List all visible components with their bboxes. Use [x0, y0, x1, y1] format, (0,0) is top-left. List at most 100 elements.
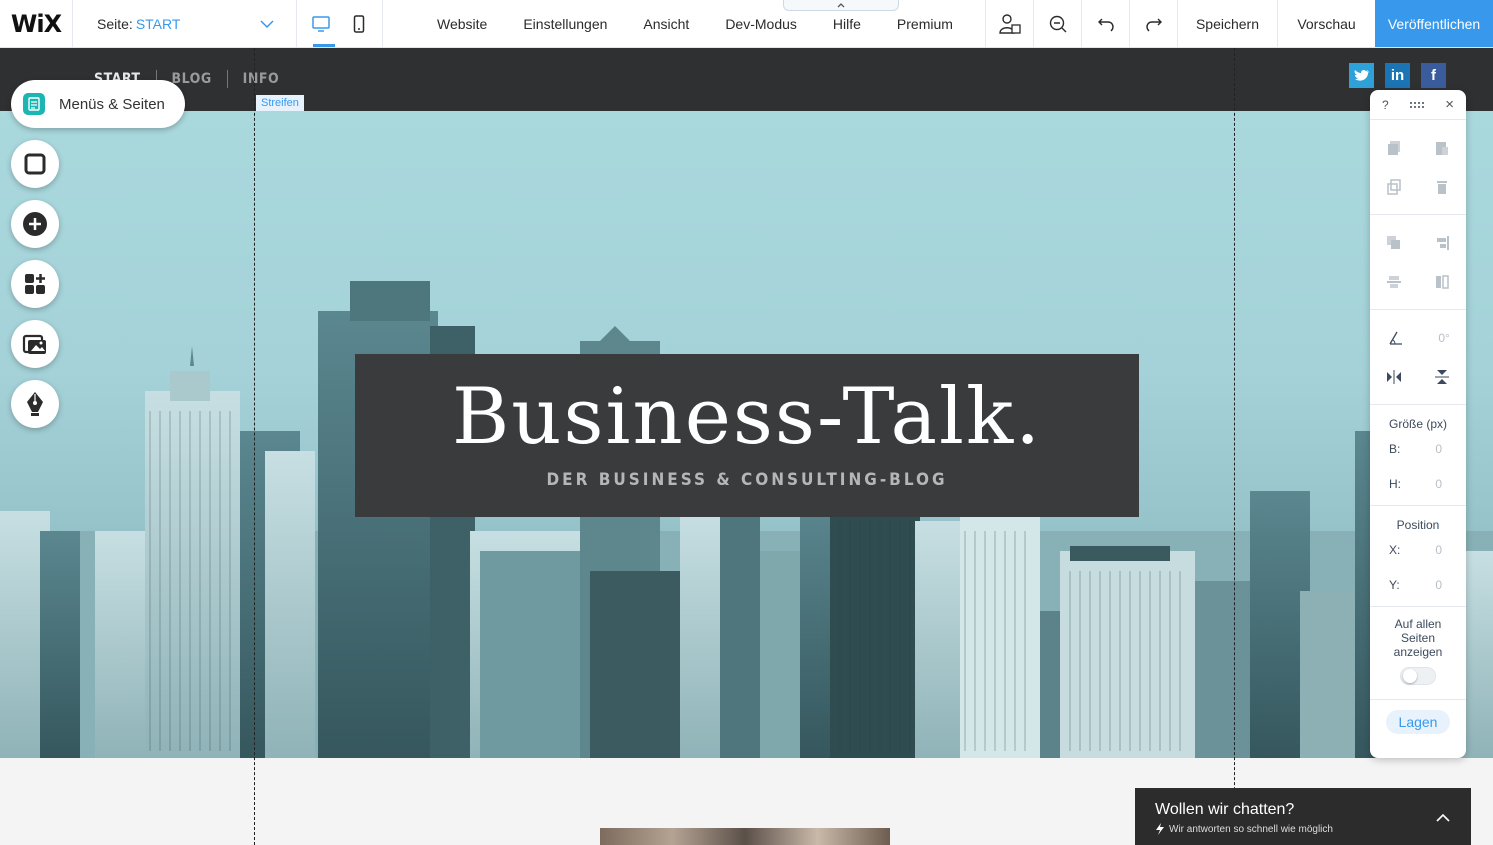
rotate-icon[interactable] — [1386, 329, 1406, 347]
person-settings-icon — [998, 13, 1021, 34]
strip-label[interactable]: Streifen — [256, 95, 304, 111]
help-icon[interactable]: ? — [1382, 98, 1389, 112]
undo-button[interactable] — [1081, 0, 1129, 47]
rotation-value[interactable]: 0° — [1438, 331, 1449, 345]
add-apps-button[interactable] — [11, 260, 59, 308]
chevron-down-icon — [260, 16, 274, 32]
delete-icon[interactable] — [1432, 178, 1452, 196]
x-field[interactable]: X: 0 — [1370, 532, 1466, 567]
lightning-icon — [1156, 823, 1164, 835]
undo-icon — [1097, 18, 1114, 31]
device-active-indicator — [313, 44, 335, 47]
layers-button[interactable]: Lagen — [1386, 710, 1450, 734]
editor-top-bar: WiX Seite: START Website Einstellungen A… — [0, 0, 1493, 48]
y-field[interactable]: Y: 0 — [1370, 567, 1466, 602]
width-value[interactable]: 0 — [1435, 442, 1442, 456]
background-icon — [24, 153, 46, 175]
position-label: Position — [1396, 518, 1440, 532]
blog-photo[interactable] — [600, 828, 890, 845]
pages-icon — [23, 93, 45, 115]
zoom-out-icon — [1049, 15, 1066, 32]
social-bar: in f — [1349, 63, 1446, 88]
page-selector[interactable]: Seite: START — [73, 0, 297, 47]
menu-premium[interactable]: Premium — [879, 16, 971, 32]
media-icon — [22, 334, 46, 354]
drag-handle-icon[interactable] — [1409, 101, 1425, 109]
dev-mode-collapse-tab[interactable] — [783, 0, 899, 11]
menu-ansicht[interactable]: Ansicht — [625, 16, 707, 32]
chevron-up-icon — [837, 2, 845, 7]
blog-button[interactable] — [11, 380, 59, 428]
inspector-size-section: Größe (px) B: 0 H: 0 — [1370, 405, 1466, 506]
site-nav-info[interactable]: INFO — [226, 70, 295, 88]
accessibility-button[interactable] — [985, 0, 1033, 47]
pen-nib-icon — [27, 392, 43, 416]
save-button[interactable]: Speichern — [1177, 0, 1277, 47]
height-value[interactable]: 0 — [1435, 477, 1442, 491]
menu-einstellungen[interactable]: Einstellungen — [505, 16, 625, 32]
device-switch — [297, 0, 383, 47]
height-field[interactable]: H: 0 — [1370, 466, 1466, 501]
publish-button[interactable]: Veröffentlichen — [1375, 0, 1493, 47]
inspector-panel: ? × 0° Größe (px) B: 0 H: 0 Position X: … — [1370, 90, 1466, 758]
distribute-icon[interactable] — [1384, 273, 1404, 291]
linkedin-icon[interactable]: in — [1385, 63, 1410, 88]
chat-subtitle: Wir antworten so schnell wie möglich — [1169, 823, 1333, 835]
add-icon — [23, 212, 47, 236]
left-gridline — [254, 48, 255, 845]
site-title[interactable]: Business-Talk. — [355, 372, 1139, 462]
inspector-header: ? × — [1370, 90, 1466, 120]
hero-title-box[interactable]: Business-Talk. DER BUSINESS & CONSULTING… — [355, 354, 1139, 517]
arrange-front-icon[interactable] — [1384, 234, 1404, 252]
chevron-up-icon[interactable] — [1435, 810, 1451, 828]
add-button[interactable] — [11, 200, 59, 248]
menu-hilfe[interactable]: Hilfe — [815, 16, 879, 32]
menu-website[interactable]: Website — [419, 16, 505, 32]
duplicate-icon[interactable] — [1384, 178, 1404, 196]
media-button[interactable] — [11, 320, 59, 368]
height-label: H: — [1389, 476, 1401, 491]
flip-vertical-icon[interactable] — [1432, 368, 1452, 386]
menus-and-pages-button[interactable]: Menüs & Seiten — [11, 80, 185, 128]
menu-dev-modus[interactable]: Dev-Modus — [707, 16, 815, 32]
flip-horizontal-icon[interactable] — [1384, 368, 1404, 386]
menus-and-pages-label: Menüs & Seiten — [59, 95, 165, 113]
width-label: B: — [1389, 441, 1401, 456]
hero-strip[interactable]: Business-Talk. DER BUSINESS & CONSULTING… — [0, 111, 1493, 758]
main-menu: Website Einstellungen Ansicht Dev-Modus … — [383, 0, 985, 47]
site-header[interactable]: START BLOG INFO in f — [0, 48, 1493, 111]
toggle-knob — [1403, 669, 1417, 683]
zoom-out-button[interactable] — [1033, 0, 1081, 47]
redo-button[interactable] — [1129, 0, 1177, 47]
facebook-icon[interactable]: f — [1421, 63, 1446, 88]
mobile-view-icon[interactable] — [348, 13, 370, 35]
apps-icon — [25, 274, 45, 294]
inspector-arrange-section — [1370, 215, 1466, 310]
inspector-clipboard-section — [1370, 120, 1466, 215]
x-value[interactable]: 0 — [1435, 543, 1442, 557]
match-size-icon[interactable] — [1432, 273, 1452, 291]
align-right-icon[interactable] — [1432, 234, 1452, 252]
right-gridline — [1234, 48, 1235, 845]
wix-logo[interactable]: WiX — [0, 0, 73, 47]
background-button[interactable] — [11, 140, 59, 188]
twitter-icon[interactable] — [1349, 63, 1374, 88]
preview-button[interactable]: Vorschau — [1277, 0, 1375, 47]
page-selector-value: START — [135, 15, 181, 32]
chat-subtitle-row: Wir antworten so schnell wie möglich — [1155, 823, 1333, 835]
redo-icon — [1145, 18, 1162, 31]
desktop-view-icon[interactable] — [310, 13, 332, 35]
y-value[interactable]: 0 — [1435, 578, 1442, 592]
paste-icon[interactable] — [1432, 139, 1452, 157]
site-subtitle[interactable]: DER BUSINESS & CONSULTING-BLOG — [355, 470, 1139, 490]
width-field[interactable]: B: 0 — [1370, 431, 1466, 466]
x-label: X: — [1389, 542, 1401, 557]
show-on-all-pages-toggle[interactable] — [1400, 667, 1436, 685]
page-selector-prefix: Seite: — [97, 15, 133, 32]
copy-icon[interactable] — [1384, 139, 1404, 157]
inspector-show-all-section: Auf allen Seiten anzeigen — [1370, 607, 1466, 700]
chat-widget[interactable]: Wollen wir chatten? Wir antworten so sch… — [1135, 788, 1471, 845]
size-label: Größe (px) — [1388, 417, 1447, 431]
chat-title: Wollen wir chatten? — [1155, 801, 1295, 818]
close-icon[interactable]: × — [1445, 96, 1454, 113]
